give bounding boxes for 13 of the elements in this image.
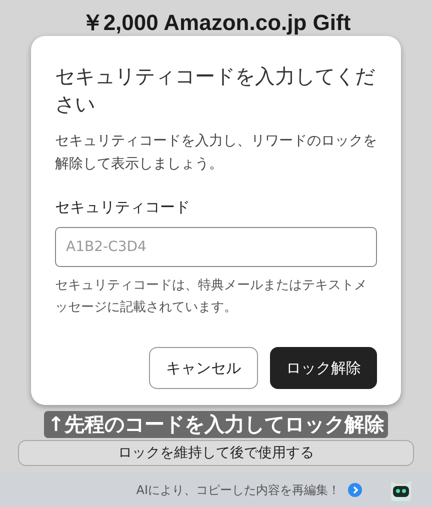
promo-text[interactable]: AIにより、コピーした内容を再編集！ (136, 482, 340, 498)
gift-card-title: ￥2,000 Amazon.co.jp Gift (81, 9, 351, 36)
keep-locked-button[interactable]: ロックを維持して後で使用する (18, 440, 414, 466)
cancel-button[interactable]: キャンセル (149, 347, 258, 390)
dialog-description: セキュリティコードを入力し、リワードのロックを解除して表示しましょう。 (55, 132, 377, 174)
robot-icon[interactable] (388, 478, 414, 502)
security-code-field[interactable]: A1B2-C3D4 (55, 227, 377, 268)
annotation-caption: ↑先程のコードを入力してロック解除 (44, 411, 388, 438)
helper-text: セキュリティコードは、特典メールまたはテキストメッセージに記載されています。 (55, 277, 368, 318)
field-label: セキュリティコード (55, 198, 191, 218)
chevron-right-icon[interactable] (348, 483, 362, 497)
unlock-button[interactable]: ロック解除 (270, 347, 377, 390)
dialog-title: セキュリティコードを入力してください (55, 63, 376, 118)
